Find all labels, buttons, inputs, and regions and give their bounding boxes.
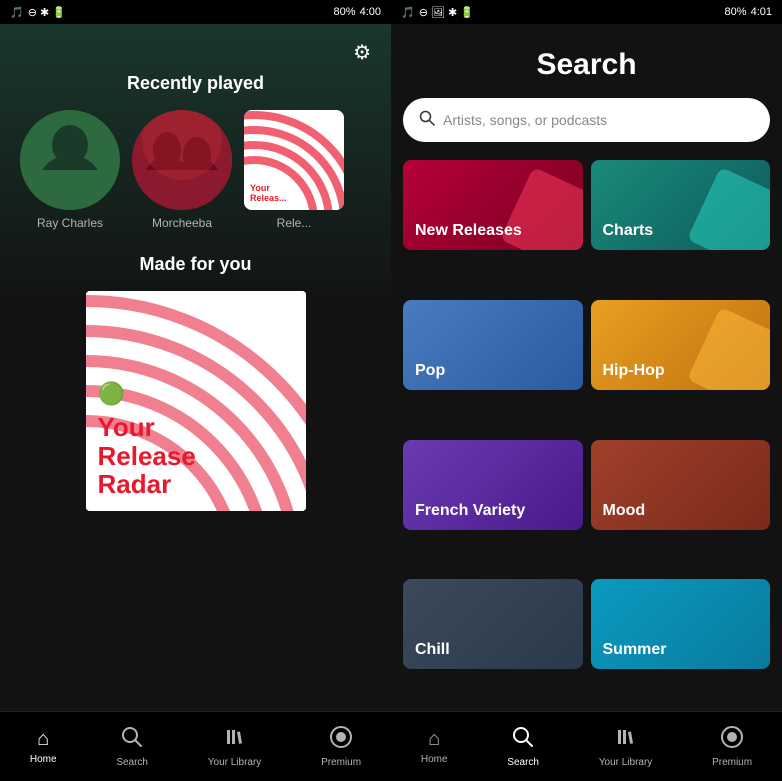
release-radar-album[interactable]: 🟢 Your Release Radar (86, 291, 306, 511)
recently-played-scroll[interactable]: Ray Charles (10, 110, 381, 230)
recently-played-section: Recently played Ray Charles (0, 73, 391, 230)
category-label: New Releases (415, 222, 522, 240)
nav-premium-right[interactable]: Premium (704, 722, 760, 772)
library-icon (615, 726, 637, 754)
library-icon (224, 726, 246, 754)
avatar (20, 110, 120, 210)
category-label: Charts (603, 222, 654, 240)
nav-library-left[interactable]: Your Library (200, 722, 270, 772)
album-name: Rele... (277, 216, 312, 230)
nav-search-label: Search (507, 757, 539, 768)
nav-home-label: Home (30, 754, 57, 765)
category-summer[interactable]: Summer (591, 579, 771, 669)
category-label: Pop (415, 362, 445, 380)
nav-premium-label: Premium (712, 757, 752, 768)
category-charts[interactable]: Charts (591, 160, 771, 250)
home-icon: ⌂ (428, 728, 440, 751)
category-label: Summer (603, 641, 667, 659)
search-placeholder: Artists, songs, or podcasts (443, 112, 607, 128)
status-bar-right: 🎵 ⊖ 🖼 ✱ 🔋 80% 4:01 (391, 0, 782, 24)
battery-left: 80% (334, 6, 356, 18)
album-text: 🟢 Your Release Radar (98, 381, 294, 499)
category-pop[interactable]: Pop (403, 300, 583, 390)
left-content: ⚙ Recently played Ra (0, 24, 391, 711)
nav-library-label: Your Library (599, 757, 653, 768)
album-title: Your Release Radar (98, 413, 294, 499)
premium-icon (721, 726, 743, 754)
avatar: YourReleas... (244, 110, 344, 210)
battery-right: 80% (725, 6, 747, 18)
made-for-you-section: Made for you 🟢 Your Release Radar (0, 230, 391, 511)
category-label: Chill (415, 641, 450, 659)
settings-button[interactable]: ⚙ (353, 40, 371, 65)
search-bar-icon (419, 110, 435, 131)
search-icon (512, 726, 534, 754)
nav-search-left[interactable]: Search (108, 722, 156, 772)
nav-bar-right: ⌂ Home Search Your Library (391, 711, 782, 781)
right-panel: 🎵 ⊖ 🖼 ✱ 🔋 80% 4:01 Search Artists, songs… (391, 0, 782, 781)
nav-home-right[interactable]: ⌂ Home (413, 724, 456, 769)
nav-home-left[interactable]: ⌂ Home (22, 724, 65, 769)
nav-home-label: Home (421, 754, 448, 765)
spotify-logo: 🟢 (98, 381, 294, 407)
category-mood[interactable]: Mood (591, 440, 771, 530)
search-icon (121, 726, 143, 754)
artist-name: Ray Charles (37, 216, 103, 230)
list-item[interactable]: Ray Charles (20, 110, 120, 230)
category-new-releases[interactable]: New Releases (403, 160, 583, 250)
time-right: 4:01 (751, 6, 772, 18)
status-icons-right: ⊖ 🖼 ✱ 🔋 (419, 6, 474, 19)
status-icons-left: ⊖ ✱ 🔋 (28, 6, 66, 19)
app-icon-right: 🎵 (401, 6, 415, 19)
nav-library-label: Your Library (208, 757, 262, 768)
status-bar-left: 🎵 ⊖ ✱ 🔋 80% 4:00 (0, 0, 391, 24)
app-icon-left: 🎵 (10, 6, 24, 19)
search-bar[interactable]: Artists, songs, or podcasts (403, 98, 770, 142)
avatar (132, 110, 232, 210)
nav-library-right[interactable]: Your Library (591, 722, 661, 772)
nav-premium-left[interactable]: Premium (313, 722, 369, 772)
category-label: Mood (603, 502, 646, 520)
nav-search-label: Search (116, 757, 148, 768)
nav-premium-label: Premium (321, 757, 361, 768)
right-content: Search Artists, songs, or podcasts New R… (391, 24, 782, 711)
left-panel: 🎵 ⊖ ✱ 🔋 80% 4:00 ⚙ Recently played (0, 0, 391, 781)
time-left: 4:00 (360, 6, 381, 18)
categories-grid: New Releases Charts Pop Hip-Hop French V… (403, 160, 770, 711)
home-icon: ⌂ (37, 728, 49, 751)
settings-row: ⚙ (0, 24, 391, 73)
category-label: French Variety (415, 502, 525, 520)
search-page-title: Search (403, 24, 770, 98)
recently-played-title: Recently played (10, 73, 381, 94)
premium-icon (330, 726, 352, 754)
made-for-you-title: Made for you (20, 254, 371, 275)
list-item[interactable]: Morcheeba (132, 110, 232, 230)
category-chill[interactable]: Chill (403, 579, 583, 669)
category-hip-hop[interactable]: Hip-Hop (591, 300, 771, 390)
list-item[interactable]: YourReleas... Rele... (244, 110, 344, 230)
category-french-variety[interactable]: French Variety (403, 440, 583, 530)
nav-search-right[interactable]: Search (499, 722, 547, 772)
category-label: Hip-Hop (603, 362, 665, 380)
artist-name: Morcheeba (152, 216, 212, 230)
nav-bar-left: ⌂ Home Search Your Library (0, 711, 391, 781)
